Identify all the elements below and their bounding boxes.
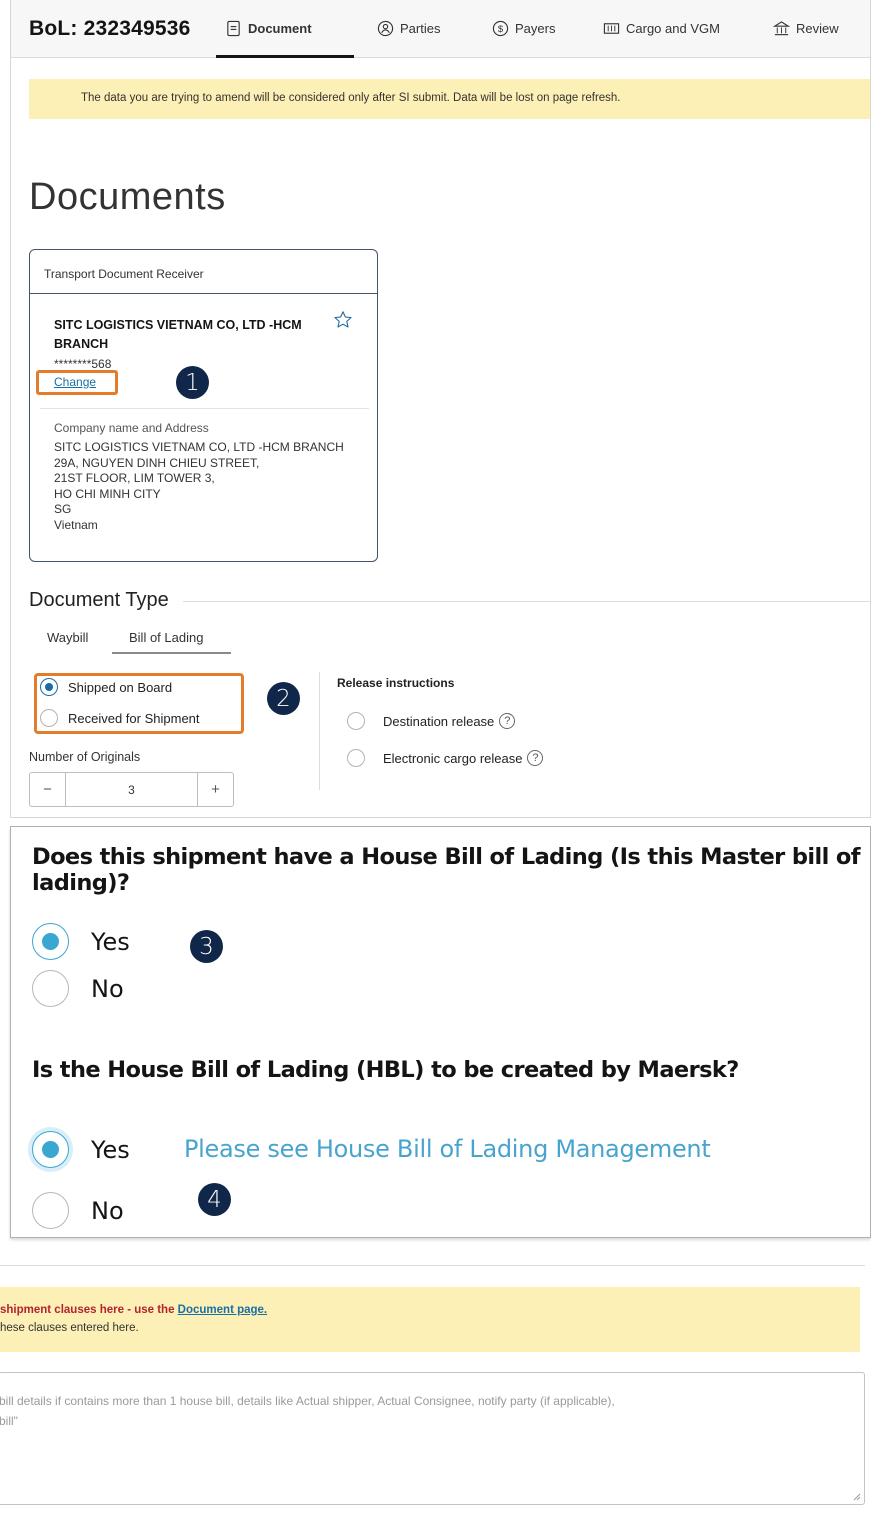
radio-label: Yes [91, 927, 130, 956]
tab-document-label: Document [248, 21, 312, 36]
cargo-icon [603, 23, 620, 34]
radio-electronic-cargo-release[interactable]: Electronic cargo release ? [347, 749, 544, 767]
page-title: Documents [29, 176, 226, 218]
payers-icon: $ [492, 20, 509, 37]
release-instructions-title: Release instructions [337, 676, 455, 690]
address-block: SITC LOGISTICS VIETNAM CO, LTD -HCM BRAN… [54, 440, 344, 533]
address-line: HO CHI MINH CITY [54, 486, 161, 501]
radio-button[interactable] [32, 970, 69, 1007]
radio-hbl-no[interactable]: No [32, 970, 124, 1007]
increment-button[interactable]: + [197, 773, 233, 806]
radio-button[interactable] [40, 709, 58, 727]
radio-button[interactable] [32, 923, 69, 960]
tab-waybill[interactable]: Waybill [47, 630, 88, 645]
radio-label: No [91, 974, 124, 1003]
masked-customer-id: ********568 [54, 357, 112, 371]
tab-parties[interactable]: Parties [377, 20, 440, 37]
address-line: Vietnam [54, 517, 98, 532]
document-panel: BoL: 232349536 Document Parties $ Payers… [10, 0, 871, 818]
review-icon [773, 21, 790, 36]
radio-received-for-shipment[interactable]: Received for Shipment [40, 709, 200, 727]
help-icon[interactable]: ? [499, 713, 516, 729]
placeholder-line: bill" [0, 1414, 18, 1428]
document-type-heading: Document Type [29, 589, 183, 612]
radio-shipped-on-board[interactable]: Shipped on Board [40, 678, 172, 696]
active-tab-indicator [216, 55, 354, 58]
clauses-warning-text: shipment clauses here - use the Document… [0, 1304, 267, 1316]
radio-label: Electronic cargo release [383, 750, 523, 766]
radio-destination-release[interactable]: Destination release ? [347, 712, 516, 730]
step-badge-4: 4 [198, 1183, 231, 1216]
card-heading: Transport Document Receiver [30, 250, 377, 294]
hbl-question: Does this shipment have a House Bill of … [32, 844, 861, 896]
address-line: 29A, NGUYEN DINH CHIEU STREET, [54, 455, 260, 470]
company-name: SITC LOGISTICS VIETNAM CO, LTD -HCM BRAN… [54, 318, 302, 351]
clauses-textarea[interactable]: bill details if contains more than 1 hou… [0, 1372, 865, 1505]
tab-bill-of-lading[interactable]: Bill of Lading [129, 630, 203, 645]
radio-maersk-yes[interactable]: Yes [32, 1131, 130, 1168]
radio-button[interactable] [40, 678, 58, 696]
house-bill-panel: Does this shipment have a House Bill of … [10, 826, 871, 1238]
address-label: Company name and Address [54, 421, 209, 435]
radio-hbl-yes[interactable]: Yes [32, 923, 130, 960]
parties-icon [377, 20, 394, 37]
radio-button[interactable] [347, 712, 365, 730]
tab-cargo[interactable]: Cargo and VGM [603, 20, 720, 37]
document-type-tab-indicator [112, 652, 231, 654]
decrement-button[interactable]: − [30, 773, 66, 806]
placeholder-line: bill details if contains more than 1 hou… [0, 1394, 615, 1408]
clauses-panel: shipment clauses here - use the Document… [0, 1248, 871, 1514]
radio-label: Destination release [383, 713, 495, 729]
help-icon[interactable]: ? [527, 750, 544, 766]
address-line: 21ST FLOOR, LIM TOWER 3, [54, 471, 215, 485]
radio-button[interactable] [32, 1192, 69, 1229]
star-icon[interactable] [333, 310, 353, 330]
resize-handle-icon[interactable] [853, 1493, 861, 1501]
divider [0, 1265, 865, 1266]
hbl-maersk-question: Is the House Bill of Lading (HBL) to be … [32, 1057, 739, 1083]
tab-document[interactable]: Document [225, 20, 312, 37]
tab-cargo-label: Cargo and VGM [626, 21, 720, 36]
originals-label: Number of Originals [29, 750, 141, 764]
amend-warning-banner: The data you are trying to amend will be… [29, 79, 870, 119]
radio-label: No [91, 1196, 124, 1225]
step-badge-1: 1 [176, 366, 209, 399]
radio-label: Received for Shipment [68, 710, 200, 726]
tab-review[interactable]: Review [773, 20, 839, 37]
address-line: SG [54, 502, 72, 516]
bol-number: BoL: 232349536 [29, 17, 191, 40]
clauses-warning-subtext: hese clauses entered here. [0, 1322, 139, 1334]
hbl-management-link[interactable]: Please see House Bill of Lading Manageme… [184, 1135, 711, 1163]
clauses-warning-prefix: shipment clauses here - use the [0, 1304, 178, 1316]
tab-payers[interactable]: $ Payers [492, 20, 555, 37]
clauses-warning-banner: shipment clauses here - use the Document… [0, 1287, 860, 1352]
originals-stepper: − 3 + [29, 772, 234, 807]
radio-label: Shipped on Board [68, 679, 173, 695]
tab-payers-label: Payers [515, 21, 556, 36]
address-line: SITC LOGISTICS VIETNAM CO, LTD -HCM BRAN… [54, 440, 344, 454]
svg-text:$: $ [498, 24, 504, 35]
tab-parties-label: Parties [400, 21, 441, 36]
document-icon [227, 20, 240, 37]
radio-button[interactable] [347, 749, 365, 767]
radio-button[interactable] [32, 1131, 69, 1168]
divider [40, 408, 369, 409]
tab-review-label: Review [796, 21, 839, 36]
document-page-link[interactable]: Document page. [178, 1304, 267, 1316]
radio-maersk-no[interactable]: No [32, 1192, 124, 1229]
top-navigation: BoL: 232349536 Document Parties $ Payers… [11, 0, 870, 58]
step-badge-3: 3 [190, 930, 223, 963]
radio-label: Yes [91, 1135, 130, 1164]
originals-value[interactable]: 3 [66, 773, 197, 806]
column-divider [319, 672, 320, 790]
transport-document-receiver-card: Transport Document Receiver SITC LOGISTI… [29, 249, 378, 562]
change-highlight-box [36, 370, 118, 395]
step-badge-2: 2 [267, 682, 300, 715]
